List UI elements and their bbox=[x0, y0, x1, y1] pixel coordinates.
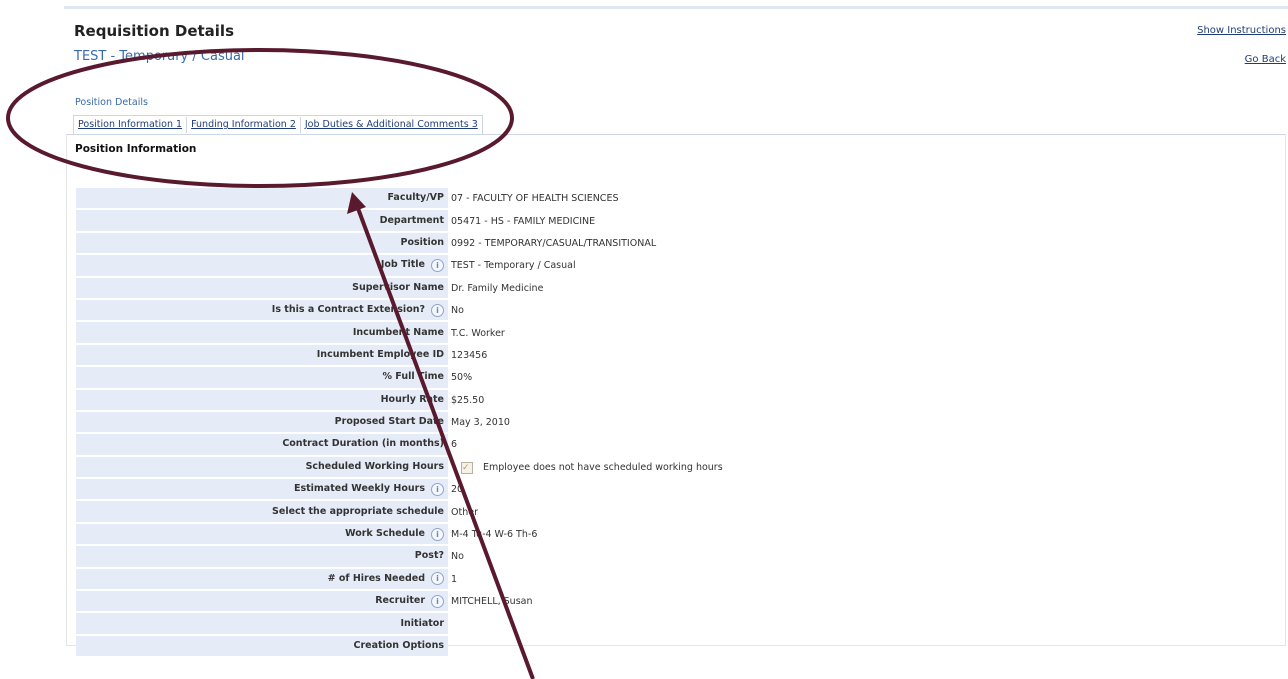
field-label: Work Schedule i bbox=[76, 523, 448, 547]
go-back-link[interactable]: Go Back bbox=[1245, 54, 1286, 65]
field-value: T.C. Worker bbox=[451, 327, 505, 339]
field-value: Other bbox=[451, 506, 478, 518]
field-row: % Full Time 50% bbox=[76, 367, 1276, 390]
field-value: No bbox=[451, 305, 464, 317]
tab-job-duties[interactable]: Job Duties & Additional Comments 3 bbox=[301, 117, 482, 133]
field-label: Creation Options bbox=[76, 635, 448, 659]
info-icon[interactable]: i bbox=[431, 594, 444, 608]
field-label: Department bbox=[76, 210, 448, 233]
scheduled-hours-checkbox[interactable] bbox=[461, 458, 473, 478]
field-row: Scheduled Working Hours Employee does no… bbox=[76, 456, 1276, 480]
field-row: # of Hires Needed i 1 bbox=[76, 568, 1276, 592]
field-row: Supervisor Name Dr. Family Medicine bbox=[76, 277, 1276, 300]
field-row: Department 05471 - HS - FAMILY MEDICINE bbox=[76, 210, 1276, 233]
field-row: Incumbent Employee ID 123456 bbox=[76, 344, 1276, 368]
position-information-form: Faculty/VP 07 - FACULTY OF HEALTH SCIENC… bbox=[76, 188, 1276, 659]
info-icon[interactable]: i bbox=[431, 482, 444, 496]
info-icon[interactable]: i bbox=[431, 527, 444, 541]
tab-funding-information[interactable]: Funding Information 2 bbox=[187, 117, 301, 133]
field-label: Post? bbox=[76, 546, 448, 569]
field-label: Select the appropriate schedule bbox=[76, 501, 448, 524]
field-label: Estimated Weekly Hours i bbox=[76, 479, 448, 502]
field-row: Job Title i TEST - Temporary / Casual bbox=[76, 255, 1276, 278]
field-value bbox=[448, 636, 1276, 658]
field-value: 123456 bbox=[451, 349, 488, 361]
field-row: Select the appropriate schedule Other bbox=[76, 501, 1276, 524]
field-row: Post? No bbox=[76, 546, 1276, 569]
page-title: Requisition Details bbox=[74, 22, 234, 40]
field-label: Incumbent Employee ID bbox=[76, 344, 448, 368]
field-row: Contract Duration (in months) 6 bbox=[76, 434, 1276, 457]
field-value bbox=[448, 613, 1276, 635]
field-row: Incumbent Name T.C. Worker bbox=[76, 322, 1276, 345]
field-label: Supervisor Name bbox=[76, 277, 448, 300]
info-icon[interactable]: i bbox=[431, 303, 444, 317]
field-row: Work Schedule i M-4 Tu-4 W-6 Th-6 bbox=[76, 523, 1276, 547]
field-row: Faculty/VP 07 - FACULTY OF HEALTH SCIENC… bbox=[76, 188, 1276, 211]
field-value: TEST - Temporary / Casual bbox=[451, 260, 576, 272]
field-value: 0992 - TEMPORARY/CASUAL/TRANSITIONAL bbox=[451, 237, 657, 249]
field-label: # of Hires Needed i bbox=[76, 568, 448, 592]
field-row: Initiator bbox=[76, 613, 1276, 636]
field-value: 50% bbox=[451, 372, 473, 384]
field-value: Dr. Family Medicine bbox=[451, 282, 544, 294]
field-label: Faculty/VP bbox=[76, 188, 448, 211]
field-value: 20 bbox=[451, 484, 464, 496]
field-label: Position bbox=[76, 232, 448, 256]
checkbox-label: Employee does not have scheduled working… bbox=[483, 461, 723, 473]
info-icon[interactable]: i bbox=[431, 572, 444, 586]
field-row: Position 0992 - TEMPORARY/CASUAL/TRANSIT… bbox=[76, 232, 1276, 256]
tab-position-information[interactable]: Position Information 1 bbox=[74, 117, 188, 133]
field-row: Is this a Contract Extension? i No bbox=[76, 299, 1276, 323]
field-label: Job Title i bbox=[76, 255, 448, 278]
field-value: 05471 - HS - FAMILY MEDICINE bbox=[451, 215, 596, 227]
tab-bar: Position Information 1 Funding Informati… bbox=[73, 115, 483, 134]
field-label: Incumbent Name bbox=[76, 322, 448, 345]
field-row: Recruiter i MITCHELL, Susan bbox=[76, 591, 1276, 614]
requisition-subtitle: TEST - Temporary / Casual bbox=[74, 49, 245, 64]
field-value: 6 bbox=[451, 439, 458, 451]
field-label: Initiator bbox=[76, 613, 448, 636]
field-value: M-4 Tu-4 W-6 Th-6 bbox=[451, 529, 538, 541]
field-value: No bbox=[451, 551, 464, 563]
field-value: Employee does not have scheduled working… bbox=[448, 457, 1276, 479]
field-label: Scheduled Working Hours bbox=[76, 456, 448, 480]
field-row: Hourly Rate $25.50 bbox=[76, 389, 1276, 412]
field-label: Proposed Start Date bbox=[76, 411, 448, 435]
field-row: Creation Options bbox=[76, 635, 1276, 659]
field-label: Recruiter i bbox=[76, 591, 448, 614]
field-label: Is this a Contract Extension? i bbox=[76, 299, 448, 323]
position-details-label: Position Details bbox=[75, 97, 148, 108]
field-value: 07 - FACULTY OF HEALTH SCIENCES bbox=[451, 193, 619, 205]
top-divider bbox=[64, 6, 1288, 9]
field-row: Proposed Start Date May 3, 2010 bbox=[76, 411, 1276, 435]
info-icon[interactable]: i bbox=[431, 258, 444, 272]
field-value: MITCHELL, Susan bbox=[451, 596, 533, 608]
field-value: $25.50 bbox=[451, 394, 485, 406]
field-label: % Full Time bbox=[76, 367, 448, 390]
field-value: May 3, 2010 bbox=[451, 417, 510, 429]
field-value: 1 bbox=[451, 573, 458, 585]
field-row: Estimated Weekly Hours i 20 bbox=[76, 479, 1276, 502]
field-label: Hourly Rate bbox=[76, 389, 448, 412]
field-label: Contract Duration (in months) bbox=[76, 434, 448, 457]
section-heading: Position Information bbox=[75, 143, 197, 155]
show-instructions-link[interactable]: Show Instructions bbox=[1197, 25, 1286, 36]
